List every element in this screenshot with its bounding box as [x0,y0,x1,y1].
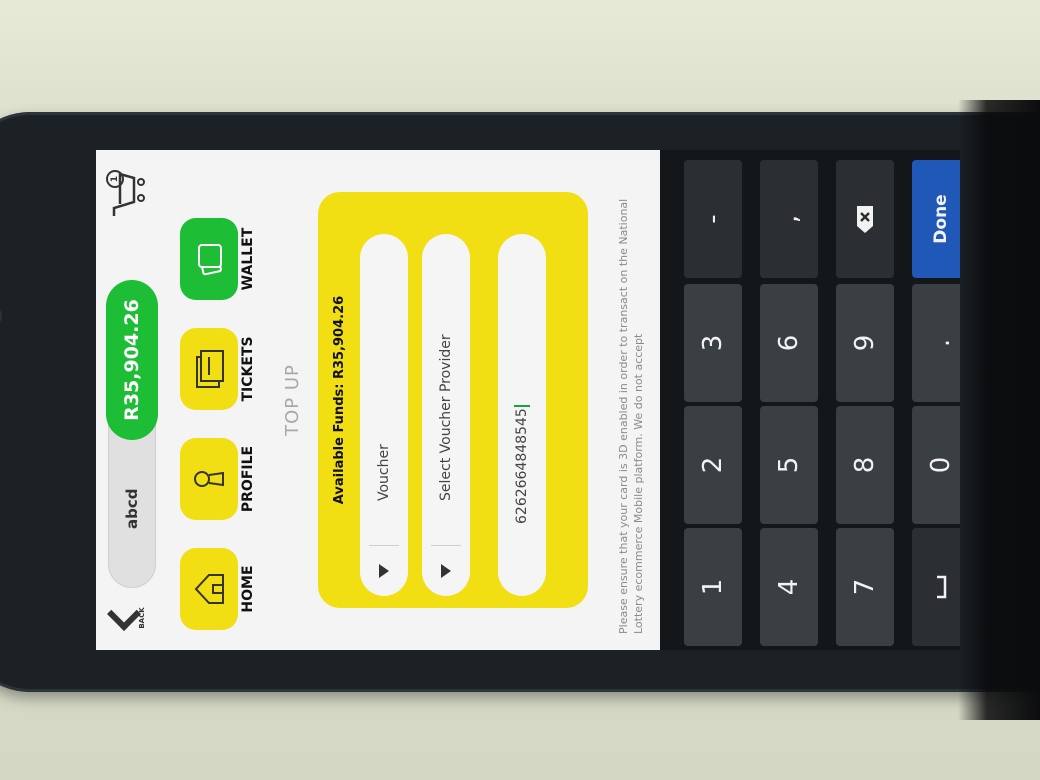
nav-home-label: HOME [240,565,256,613]
phone-screen: BACK abcd R35,904.26 1 HOME PROFILE TICK… [96,150,960,650]
nav-tickets-button[interactable] [180,328,238,410]
voucher-number-value: 6262664848545 [514,405,530,524]
notice-text: Please ensure that your card is 3D enabl… [617,198,645,634]
voucher-provider-select[interactable]: Select Voucher Provider [422,234,470,596]
backspace-icon [857,206,873,233]
key-9[interactable]: 9 [836,284,894,402]
available-funds: Available Funds: R35,904.26 [332,295,347,505]
back-button[interactable]: BACK [106,597,152,638]
space-key[interactable] [912,528,960,646]
nav-home-button[interactable] [180,548,238,630]
cart-button[interactable]: 1 [106,166,148,218]
done-key[interactable]: Done [912,160,960,278]
key-7[interactable]: 7 [836,528,894,646]
key-dot[interactable]: . [912,284,960,402]
key-3[interactable]: 3 [684,284,742,402]
top-up-form: Available Funds: R35,904.26 Voucher Sele… [318,192,588,608]
balance-amount: R35,904.26 [121,299,143,421]
app-area: BACK abcd R35,904.26 1 HOME PROFILE TICK… [96,150,660,650]
page-title: TOP UP [282,364,303,436]
key-1[interactable]: 1 [684,528,742,646]
nav-wallet-label: WALLET [240,227,256,291]
rotated-screen: BACK abcd R35,904.26 1 HOME PROFILE TICK… [96,150,960,650]
back-label: BACK [138,607,146,629]
chevron-left-icon [107,597,141,631]
field-divider [431,545,461,546]
home-icon [194,574,224,604]
front-camera [0,305,2,327]
nav-profile-button[interactable] [180,438,238,520]
text-cursor [514,405,530,408]
dropdown-arrow-icon [441,564,451,578]
username: abcd [123,488,141,530]
key-4[interactable]: 4 [760,528,818,646]
nav-wallet-button[interactable] [180,218,238,300]
key-2[interactable]: 2 [684,406,742,524]
key-6[interactable]: 6 [760,284,818,402]
nav-profile-label: PROFILE [240,445,256,513]
key-0[interactable]: 0 [912,406,960,524]
wallet-icon [198,244,222,276]
field-divider [369,545,399,546]
payment-type-value: Voucher [376,444,392,501]
balance-badge: R35,904.26 [106,280,158,440]
tickets-icon [196,350,224,388]
backspace-key[interactable] [836,160,894,278]
profile-icon [194,471,224,487]
shadow-overlay [958,100,1040,720]
cart-count-badge: 1 [106,170,124,188]
key-5[interactable]: 5 [760,406,818,524]
nav-tickets-label: TICKETS [240,336,256,402]
voucher-provider-placeholder: Select Voucher Provider [438,334,454,501]
key-dash[interactable]: - [684,160,742,278]
payment-type-select[interactable]: Voucher [360,234,408,596]
voucher-number-input[interactable]: 6262664848545 [498,234,546,596]
dropdown-arrow-icon [379,564,389,578]
key-8[interactable]: 8 [836,406,894,524]
key-comma[interactable]: , [760,160,818,278]
numeric-keypad: 1 2 3 - 4 5 6 , 7 8 9 0 . Done [660,150,960,650]
space-icon [937,575,947,599]
